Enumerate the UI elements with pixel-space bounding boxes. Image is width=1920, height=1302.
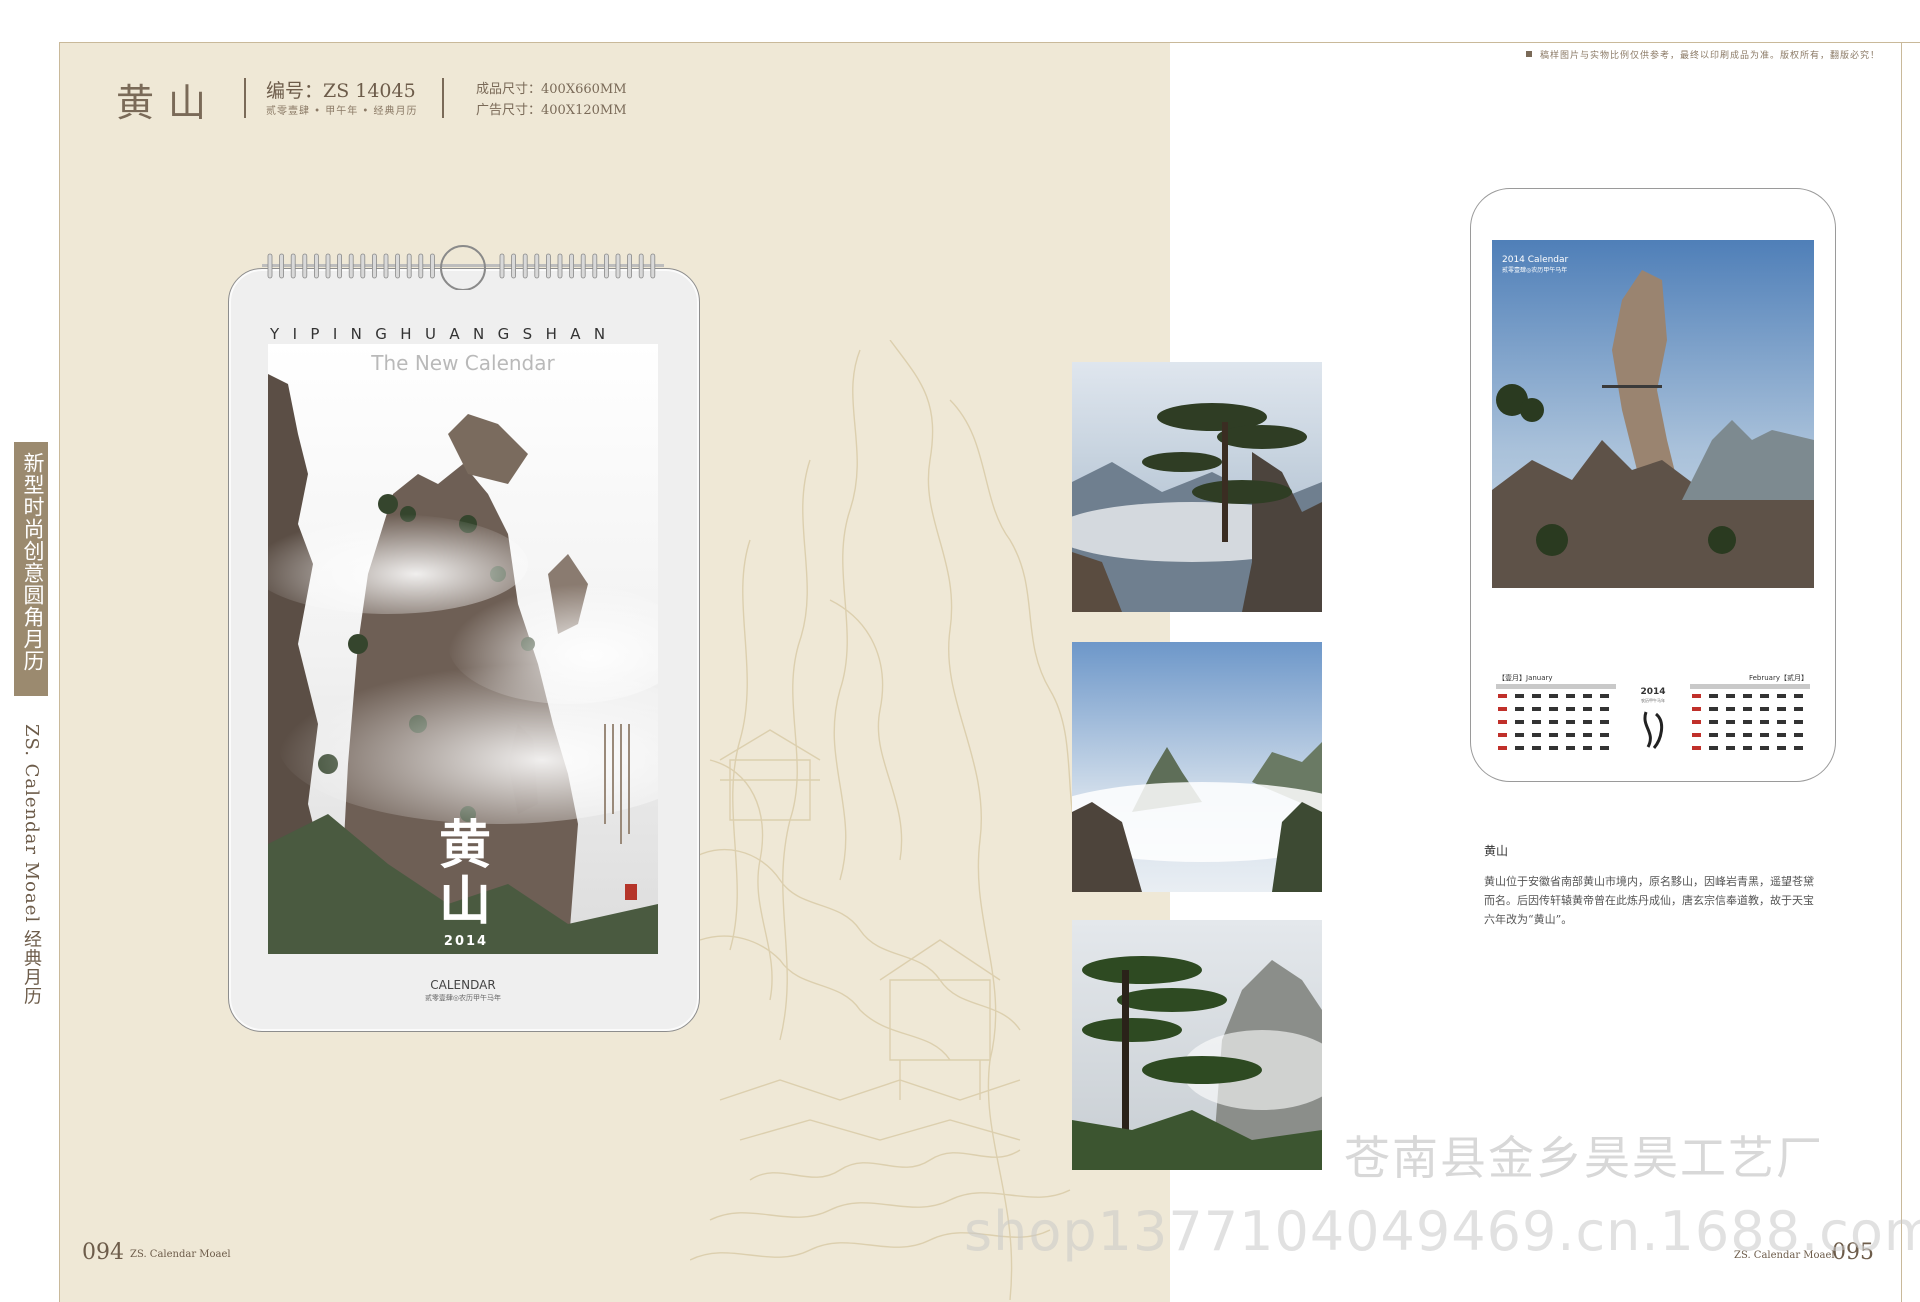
notice-bullet <box>1526 51 1532 57</box>
description-text: 黄山位于安徽省南部黄山市境内，原名黟山，因峰岩青黑，遥望苍黛而名。后因传轩辕黄帝… <box>1484 875 1814 926</box>
product-code-subtitle: 贰零壹肆 • 甲午年 • 经典月历 <box>266 106 418 117</box>
left-rule <box>59 42 60 1302</box>
calendar-letters: YIPINGHUANGSHAN <box>270 325 619 343</box>
mini-cal-note: 农历甲午马年 <box>1641 697 1665 703</box>
mini-cal-left-month: 【壹月】January <box>1498 673 1553 682</box>
copyright-notice: 稿样图片与实物比例仅供参考，最终以印刷成品为准。版权所有，翻版必究！ <box>1540 51 1881 61</box>
preview-photo: 2014 Calendar 贰零壹肆◎农历甲午马年 <box>1492 240 1814 588</box>
mini-calendar-grid: 【壹月】January February【贰月】 2014 农历甲午马年 <box>1496 673 1810 750</box>
page-number-left: 094 <box>82 1240 124 1265</box>
calendar-subtitle: The New Calendar <box>371 351 555 375</box>
ad-size: 广告尺寸：400X120MM <box>476 103 627 118</box>
watermark-url: shop1377104049469.cn.1688.com <box>964 1200 1920 1263</box>
calendar-big-characters: 黄山 <box>438 816 491 932</box>
side-tab-label: 新型时尚创意圆角月历 <box>21 452 45 672</box>
calendar-year: 2014 <box>443 934 489 949</box>
side-english-label: ZS. Calendar Moael 经典月历 <box>21 724 42 1006</box>
watermark-company: 苍南县金乡昊昊工艺厂 <box>1344 1131 1824 1185</box>
thumbnail-photo-3 <box>1072 920 1322 1170</box>
preview-caption-sub: 贰零壹肆◎农历甲午马年 <box>1502 266 1567 274</box>
binding-rings <box>262 245 664 290</box>
product-code: 编号：ZS 14045 <box>266 80 416 102</box>
header-divider <box>244 78 246 118</box>
thumbnail-photo-2 <box>1072 642 1322 892</box>
top-rule <box>60 42 1920 43</box>
mini-cal-year: 2014 <box>1640 687 1665 697</box>
mountain-line-art <box>690 340 1086 1300</box>
thumbnail-photo-1 <box>1072 362 1322 612</box>
preview-caption-title: 2014 Calendar <box>1502 255 1569 265</box>
calendar-footer-label: CALENDAR <box>430 978 496 992</box>
calendar-footer-small: 贰零壹肆◎农历甲午马年 <box>424 994 502 1002</box>
description-title: 黄山 <box>1484 844 1509 858</box>
mini-cal-right-month: February【贰月】 <box>1749 673 1808 682</box>
page-label-left: ZS. Calendar Moael <box>130 1249 231 1260</box>
page-title: 黄山 <box>116 81 221 125</box>
header-divider <box>442 78 444 118</box>
right-rule <box>1901 42 1902 1302</box>
product-size: 成品尺寸：400X660MM <box>476 82 627 97</box>
